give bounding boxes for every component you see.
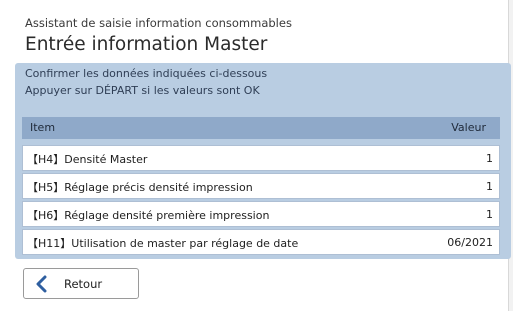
- wizard-subtitle: Assistant de saisie information consomma…: [25, 16, 292, 30]
- row-value: 1: [486, 152, 493, 165]
- row-value: 1: [486, 208, 493, 221]
- chevron-left-icon: [36, 275, 47, 293]
- instruction-line-1: Confirmer les données indiquées ci-desso…: [25, 67, 268, 80]
- table-header: Item Valeur: [22, 117, 500, 139]
- row-label: 【H5】Réglage précis densité impression: [27, 181, 253, 194]
- table-row: 【H11】Utilisation de master par réglage d…: [22, 229, 500, 255]
- row-value: 1: [486, 180, 493, 193]
- instruction-line-2: Appuyer sur DÉPART si les valeurs sont O…: [25, 84, 260, 97]
- back-button-label: Retour: [64, 277, 103, 291]
- assistant-screen: Assistant de saisie information consomma…: [0, 0, 513, 311]
- table-row: 【H6】Réglage densité première impression …: [22, 201, 500, 227]
- row-label: 【H11】Utilisation de master par réglage d…: [27, 237, 299, 250]
- back-button[interactable]: Retour: [23, 268, 139, 299]
- row-label: 【H6】Réglage densité première impression: [27, 209, 270, 222]
- row-label: 【H4】Densité Master: [27, 153, 148, 166]
- table-row: 【H4】Densité Master 1: [22, 145, 500, 171]
- page-title: Entrée information Master: [25, 34, 268, 55]
- confirmation-panel: Confirmer les données indiquées ci-desso…: [15, 63, 511, 259]
- row-value: 06/2021: [447, 236, 493, 249]
- column-header-value: Valeur: [451, 121, 486, 134]
- column-header-item: Item: [30, 121, 56, 134]
- table-row: 【H5】Réglage précis densité impression 1: [22, 173, 500, 199]
